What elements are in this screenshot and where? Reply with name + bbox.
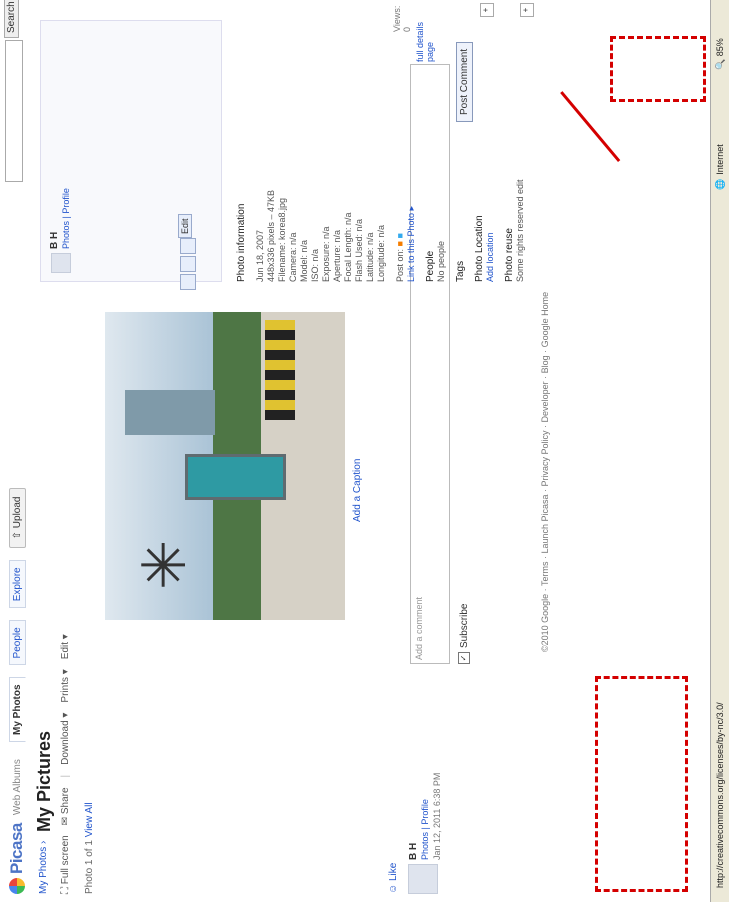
checkbox-icon[interactable]: ✓ [458,652,470,664]
comment-timestamp: Jan 12, 2011 6:38 PM [432,772,442,860]
upload-label: Upload [12,496,23,529]
top-nav: My Photos People Explore ⇧ Upload [9,487,26,742]
license-text[interactable]: Some rights reserved edit [515,22,526,282]
picasa-logo[interactable]: Picasa Web Albums [4,759,30,894]
prints-menu[interactable]: Prints ▾ [60,669,71,702]
picasa-logo-icon [9,878,25,894]
search-input[interactable] [5,40,23,182]
edit-button[interactable]: Edit [178,214,192,238]
footer-links[interactable]: ©2010 Google · Terms · Launch Picasa · P… [540,292,550,652]
add-location-link[interactable]: Add location [485,22,496,282]
post-on-row: Post on: ■ ■ [395,233,405,282]
download-menu[interactable]: Download ▾ [60,713,71,765]
tab-my-photos[interactable]: My Photos [9,677,26,742]
page-title: My Pictures [34,730,54,832]
subscribe-label: Subscribe [458,603,470,648]
owner-links[interactable]: Photos | Profile [61,188,71,249]
commenter-links[interactable]: Photos | Profile [420,799,430,860]
info-line: ISO: n/a [310,248,320,282]
photo-kiosk [185,454,286,500]
browser-page: Picasa Web Albums My Photos People Explo… [0,0,731,902]
info-line: Exposure: n/a [321,226,331,282]
info-line: Camera: n/a [288,232,298,282]
full-details-link[interactable]: full details page [415,0,435,62]
share-button[interactable]: ✉ Share [60,787,71,825]
status-url: http://creativecommons.org/licenses/by-n… [715,702,725,888]
info-line: Flash Used: n/a [354,218,364,282]
zoom-icon: 🔍 [714,58,725,70]
main-photo[interactable]: ✳ [105,312,345,620]
location-heading: Photo Location [474,215,485,282]
upload-icon: ⇧ [12,531,23,540]
photo-toolbar: ⛶ Full screen ✉ Share | Download ▾ Print… [60,634,71,894]
photo-info-panel: Photo information Jun 18, 2007 448x336 p… [236,22,526,282]
info-line: Aperture: n/a [332,229,342,282]
fullscreen-icon: ⛶ [60,887,71,894]
photo-counter: Photo 1 of 1 View All [84,802,95,894]
info-line: Jun 18, 2007 [255,229,265,282]
edit-menu[interactable]: Edit ▾ [60,634,71,659]
avatar[interactable] [51,253,71,273]
like-button[interactable]: ☺ Like [388,863,399,894]
info-line: Latitude: n/a [365,232,375,282]
view-all-link[interactable]: View All [84,802,95,837]
photo-building [125,390,215,435]
breadcrumb[interactable]: My Photos › [38,841,49,894]
tags-heading: Tags [455,260,466,282]
info-line: 448x336 pixels – 47KB [266,189,276,282]
tab-explore[interactable]: Explore [9,560,26,609]
info-line: Longitude: n/a [376,224,386,282]
add-person-button[interactable]: + [480,3,494,17]
rotate-tools [180,238,196,290]
avatar[interactable] [408,864,438,894]
photo-sculpture: ✳ [131,539,198,590]
twitter-icon[interactable]: ■ [395,233,405,238]
rotate-right-icon[interactable] [180,256,196,272]
photo-reuse-heading: Photo reuse [504,228,515,282]
share-icon: ✉ [60,816,71,826]
upload-button[interactable]: ⇧ Upload [9,487,26,549]
no-people-text: No people [436,240,446,282]
info-line: Model: n/a [299,239,309,282]
zoom-control[interactable]: 🔍 85% [715,0,726,70]
info-line: Focal Length: n/a [343,212,353,282]
blogger-icon[interactable]: ■ [395,241,405,246]
commenter-name: B H [408,842,419,860]
security-zone: 🌐 Internet [714,144,726,190]
full-screen-button[interactable]: ⛶ Full screen [60,835,71,894]
crop-icon[interactable] [180,238,196,254]
highlight-license [610,36,706,102]
info-line: Filename: korea8.jpg [277,197,287,282]
globe-icon: 🌐 [714,178,725,190]
photo-barriers [265,320,295,420]
add-caption-link[interactable]: Add a Caption [352,459,363,522]
logo-subtitle: Web Albums [11,759,23,816]
logo-text: Picasa [7,823,26,874]
highlight-status-url [595,676,688,892]
rotate-left-icon[interactable] [180,274,196,290]
browser-status-bar: http://creativecommons.org/licenses/by-n… [710,0,729,902]
search-button[interactable]: Search [4,0,19,38]
like-icon: ☺ [388,883,399,894]
info-heading: Photo information [236,203,247,282]
owner-name: B H [49,231,60,249]
divider: | [60,774,71,778]
add-tag-button[interactable]: + [520,3,534,17]
tab-people[interactable]: People [9,620,26,666]
subscribe-checkbox[interactable]: ✓ Subscribe [458,604,470,664]
